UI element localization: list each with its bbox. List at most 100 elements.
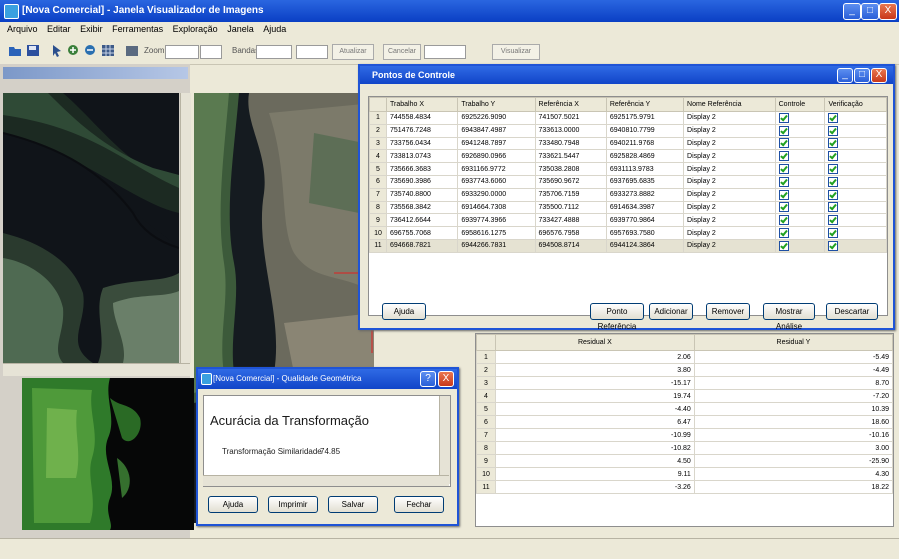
option-field[interactable] [424,45,466,59]
col-residual-x[interactable]: Residual X [495,334,695,351]
menu-janela[interactable]: Janela [227,24,254,34]
table-row[interactable]: 10 9.11 4.30 [476,467,894,481]
verificacao-checkbox[interactable] [828,189,839,200]
close-button[interactable]: X [879,3,897,20]
satellite-image-detail[interactable] [22,378,194,530]
horizontal-scrollbar[interactable] [3,363,190,376]
band-field-1[interactable] [256,45,292,59]
verificacao-checkbox[interactable] [828,176,839,187]
verificacao-checkbox[interactable] [828,228,839,239]
dialog-minimize-button[interactable]: _ [837,68,853,83]
col-residual-y[interactable]: Residual Y [693,334,894,351]
table-row[interactable]: 7 735740.8800 6933290.0000 735706.7159 69332… [369,187,887,202]
table-row[interactable]: 5 -4.40 10.39 [476,402,894,416]
quality-horizontal-scrollbar[interactable] [203,475,449,486]
controle-checkbox[interactable] [778,125,789,136]
verificacao-checkbox[interactable] [828,125,839,136]
table-row[interactable]: 10 696755.7068 6958616.1275 696576.7958 6957… [369,226,887,240]
print-button[interactable]: Imprimir [268,496,318,513]
controle-checkbox[interactable] [778,112,789,123]
table-row[interactable]: 2 3.80 -4.49 [476,363,894,377]
menu-ferramentas[interactable]: Ferramentas [112,24,163,34]
controle-checkbox[interactable] [778,215,789,226]
vertical-scrollbar[interactable] [180,93,191,363]
verificacao-checkbox[interactable] [828,112,839,123]
reference-points-button[interactable]: Ponto Referência [590,303,644,331]
cancel-button[interactable]: Cancelar [383,44,421,60]
layers-icon[interactable] [125,44,139,57]
table-row[interactable]: 3 -15.17 8.70 [476,376,894,390]
zoom-dropdown[interactable] [200,45,222,59]
col-referencia-x[interactable]: Referência X [534,97,607,112]
table-row[interactable]: 1 2.06 -5.49 [476,350,894,364]
verificacao-checkbox[interactable] [828,202,839,213]
verificacao-checkbox[interactable] [828,215,839,226]
quality-vertical-scrollbar[interactable] [439,396,450,484]
controle-checkbox[interactable] [778,151,789,162]
controle-checkbox[interactable] [778,176,789,187]
table-row[interactable]: 9 736412.6644 6939774.3966 733427.4888 69397… [369,213,887,228]
table-row[interactable]: 2 751476.7248 6943847.4987 733613.0000 69408… [369,123,887,138]
menu-arquivo[interactable]: Arquivo [7,24,38,34]
zoom-out-icon[interactable] [84,44,98,57]
verificacao-checkbox[interactable] [828,240,839,251]
controle-checkbox[interactable] [778,189,789,200]
verificacao-checkbox[interactable] [828,151,839,162]
show-analysis-button[interactable]: Mostrar Análise [763,303,815,331]
maximize-button[interactable]: □ [861,3,879,20]
menu-editar[interactable]: Editar [47,24,71,34]
help-button[interactable]: Ajuda [382,303,426,320]
quality-help-icon[interactable]: ? [420,371,436,387]
menu-exploracao[interactable]: Exploração [173,24,218,34]
col-nome-referencia[interactable]: Nome Referência [683,97,776,112]
verificacao-checkbox[interactable] [828,138,839,149]
table-row[interactable]: 6 6.47 18.60 [476,415,894,429]
minimize-button[interactable]: _ [843,3,861,20]
discard-button[interactable]: Descartar [826,303,878,320]
table-row[interactable]: 1 744558.4834 6925226.9090 741507.5021 69251… [369,111,887,125]
satellite-image-overview[interactable] [3,93,179,363]
zoom-field[interactable] [165,45,199,59]
preview-button[interactable]: Visualizar [492,44,540,60]
cursor-icon[interactable] [50,44,64,57]
table-row[interactable]: 8 735568.3842 6914664.7308 735500.7112 69146… [369,200,887,215]
table-row[interactable]: 11 -3.26 18.22 [476,480,894,494]
table-row-selected[interactable]: 11 694668.7821 6944266.7831 694508.8714 6944… [369,238,887,253]
add-button[interactable]: Adicionar [649,303,693,320]
trabalho-x-cell: 736412.6644 [385,213,459,228]
remove-button[interactable]: Remover [706,303,750,320]
save-button[interactable]: Salvar [328,496,378,513]
menu-ajuda[interactable]: Ajuda [263,24,286,34]
controle-checkbox[interactable] [778,164,789,175]
table-row[interactable]: 4 733813.0743 6926890.0966 733621.5447 69258… [369,149,887,164]
col-referencia-y[interactable]: Referência Y [605,97,685,112]
col-trabalho-y[interactable]: Trabalho Y [457,97,536,112]
close-quality-button[interactable]: Fechar [394,496,444,513]
verificacao-checkbox[interactable] [828,164,839,175]
col-controle[interactable]: Controle [774,97,826,112]
controle-checkbox[interactable] [778,138,789,149]
menu-exibir[interactable]: Exibir [80,24,103,34]
grid-icon[interactable] [101,44,115,57]
zoom-in-icon[interactable] [67,44,81,57]
quality-close-button[interactable]: X [438,371,454,387]
table-row[interactable]: 9 4.50 -25.90 [476,454,894,468]
controle-checkbox[interactable] [778,228,789,239]
table-row[interactable]: 3 733756.0434 6941248.7897 733480.7948 69402… [369,136,887,151]
col-trabalho-x[interactable]: Trabalho X [385,97,459,112]
table-row[interactable]: 6 735690.3986 6937743.6060 735690.9672 69376… [369,174,887,189]
update-button[interactable]: Atualizar [332,44,374,60]
dialog-maximize-button[interactable]: □ [854,68,870,83]
table-row[interactable]: 7 -10.99 -10.16 [476,428,894,442]
controle-checkbox[interactable] [778,240,789,251]
dialog-close-button[interactable]: X [871,68,887,83]
quality-help-button[interactable]: Ajuda [208,496,258,513]
table-row[interactable]: 5 735666.3683 6931166.9772 735038.2808 69311… [369,162,887,176]
save-icon[interactable] [26,44,40,57]
open-folder-icon[interactable] [8,44,22,57]
col-verificacao[interactable]: Verificação [824,97,887,112]
controle-checkbox[interactable] [778,202,789,213]
band-field-2[interactable] [296,45,328,59]
table-row[interactable]: 4 19.74 -7.20 [476,389,894,403]
table-row[interactable]: 8 -10.82 3.00 [476,441,894,455]
